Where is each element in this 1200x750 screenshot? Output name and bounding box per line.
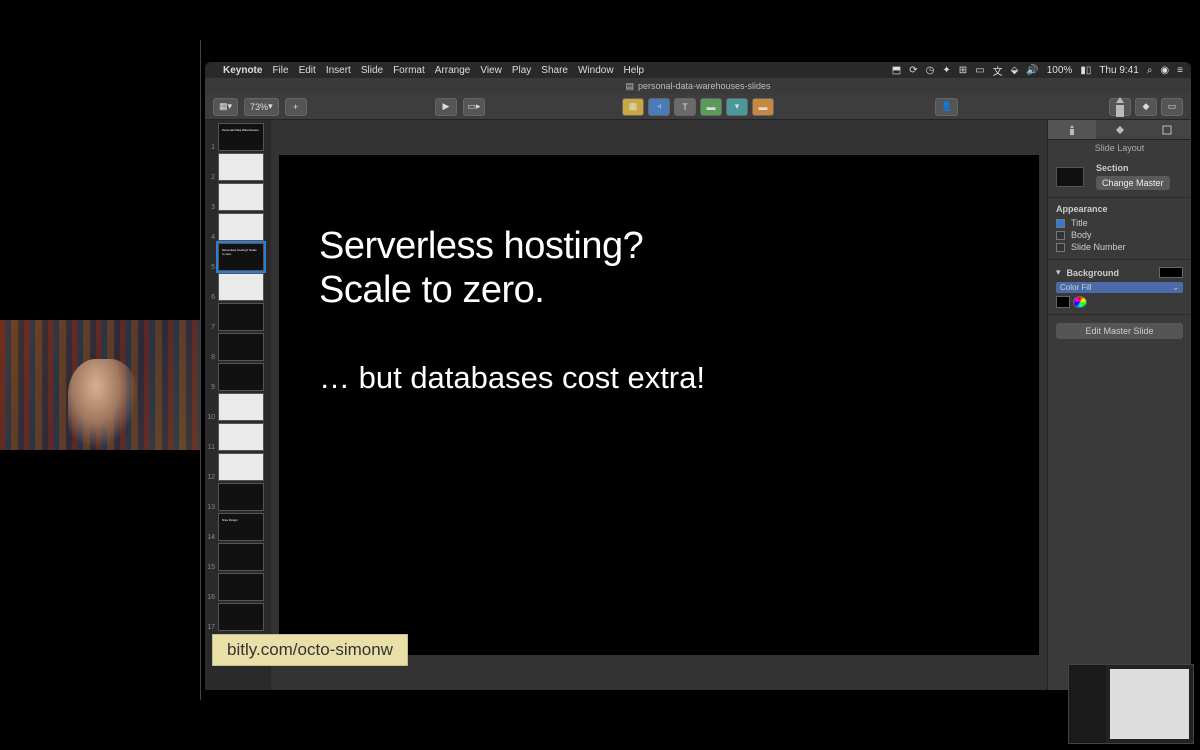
title-checkbox-row[interactable]: Title: [1056, 217, 1183, 229]
collaborate-button[interactable]: 👤: [935, 98, 958, 116]
grid-icon[interactable]: ⊞: [959, 65, 967, 76]
menu-edit[interactable]: Edit: [299, 65, 316, 76]
menu-help[interactable]: Help: [624, 65, 645, 76]
slide-thumbnail[interactable]: 4: [205, 212, 271, 242]
menu-slide[interactable]: Slide: [361, 65, 383, 76]
slide-thumbnail[interactable]: 15: [205, 542, 271, 572]
animate-tab[interactable]: [1096, 120, 1144, 139]
table-button[interactable]: ▦: [622, 98, 644, 116]
battery-pct: 100%: [1047, 65, 1073, 76]
menu-share[interactable]: Share: [541, 65, 568, 76]
lower-third-url: bitly.com/octo-simonw: [212, 634, 408, 666]
slide-thumbnail[interactable]: 11: [205, 422, 271, 452]
change-master-button[interactable]: Change Master: [1096, 176, 1170, 190]
slide-thumbnail[interactable]: 12: [205, 452, 271, 482]
divider: [200, 40, 201, 700]
menu-play[interactable]: Play: [512, 65, 531, 76]
slide-thumbnail[interactable]: 17: [205, 602, 271, 632]
slide-thumbnail[interactable]: 6: [205, 272, 271, 302]
slide-thumbnail[interactable]: 13: [205, 482, 271, 512]
slide-thumbnail[interactable]: 1Personal Data Warehouses: [205, 122, 271, 152]
background-heading[interactable]: Background: [1067, 268, 1120, 278]
comment-button[interactable]: ▬: [752, 98, 774, 116]
slide-thumbnail[interactable]: 14Nice things!: [205, 512, 271, 542]
keynote-window: Keynote File Edit Insert Slide Format Ar…: [205, 62, 1191, 690]
inspector-panel: Slide Layout Section Change Master Appea…: [1047, 120, 1191, 690]
battery-icon: ▮▯: [1080, 65, 1091, 76]
menu-window[interactable]: Window: [578, 65, 614, 76]
doc-icon: ▤: [625, 81, 634, 92]
master-preview: [1056, 167, 1084, 187]
notifications-icon[interactable]: ≡: [1177, 65, 1183, 76]
slide-body[interactable]: … but databases cost extra!: [319, 360, 999, 396]
picture-in-picture[interactable]: [1068, 664, 1194, 744]
slide-thumbnail[interactable]: 5Serverless hosting? Scale to zero.: [205, 242, 271, 272]
menu-view[interactable]: View: [480, 65, 502, 76]
keynote-live-button[interactable]: ▭▸: [463, 98, 485, 116]
shape-button[interactable]: ▬: [700, 98, 722, 116]
screen-icon[interactable]: ▭: [975, 65, 984, 76]
webcam-overlay: [0, 320, 200, 450]
slide-thumbnail[interactable]: 16: [205, 572, 271, 602]
checkbox-icon: [1056, 219, 1065, 228]
menu-insert[interactable]: Insert: [326, 65, 351, 76]
body-checkbox-row[interactable]: Body: [1056, 229, 1183, 241]
slide-thumbnail[interactable]: 2: [205, 152, 271, 182]
checkbox-icon: [1056, 231, 1065, 240]
format-inspector-button[interactable]: [1109, 98, 1131, 116]
spotlight-icon[interactable]: ⌕: [1147, 65, 1153, 76]
slide-navigator[interactable]: 1Personal Data Warehouses2345Serverless …: [205, 120, 271, 690]
slide-thumbnail[interactable]: 8: [205, 332, 271, 362]
translate-icon[interactable]: 文: [993, 63, 1003, 78]
window-titlebar: ▤ personal-data-warehouses-slides: [205, 78, 1191, 94]
slide-thumbnail[interactable]: 7: [205, 302, 271, 332]
add-slide-button[interactable]: +: [285, 98, 307, 116]
color-picker-icon[interactable]: [1073, 296, 1087, 308]
document-tab[interactable]: [1143, 120, 1191, 139]
text-button[interactable]: T: [674, 98, 696, 116]
siri-icon[interactable]: ◉: [1160, 65, 1169, 76]
black-swatch[interactable]: [1056, 296, 1070, 308]
bear-icon[interactable]: ✦: [942, 65, 950, 76]
menu-arrange[interactable]: Arrange: [435, 65, 471, 76]
dropbox-icon[interactable]: ⬒: [892, 65, 901, 76]
bg-fill-select[interactable]: Color Fill⌄: [1056, 282, 1183, 293]
section-label: Section: [1096, 163, 1183, 173]
edit-master-button[interactable]: Edit Master Slide: [1056, 323, 1183, 339]
view-mode-button[interactable]: ▦ ▾: [213, 98, 238, 116]
active-app[interactable]: Keynote: [223, 65, 262, 76]
slide-thumbnail[interactable]: 3: [205, 182, 271, 212]
slide-canvas[interactable]: Serverless hosting? Scale to zero. … but…: [271, 120, 1047, 690]
appearance-heading: Appearance: [1056, 204, 1183, 214]
volume-icon[interactable]: 🔊: [1026, 65, 1038, 76]
media-button[interactable]: ▾: [726, 98, 748, 116]
slide-title[interactable]: Serverless hosting? Scale to zero.: [319, 225, 999, 312]
slide-thumbnail[interactable]: 9: [205, 362, 271, 392]
bg-color-swatch: [1159, 267, 1183, 278]
document-name: personal-data-warehouses-slides: [638, 81, 771, 91]
slidenum-checkbox-row[interactable]: Slide Number: [1056, 241, 1183, 253]
slide-thumbnail[interactable]: 10: [205, 392, 271, 422]
zoom-level[interactable]: 73% ▾: [244, 98, 279, 116]
current-slide[interactable]: Serverless hosting? Scale to zero. … but…: [279, 155, 1039, 655]
chart-button[interactable]: ⫞: [648, 98, 670, 116]
play-button[interactable]: ▶: [435, 98, 457, 116]
checkbox-icon: [1056, 243, 1065, 252]
format-tab[interactable]: [1048, 120, 1096, 139]
toolbar: ▦ ▾ 73% ▾ + ▶ ▭▸ ▦ ⫞ T ▬ ▾ ▬ 👤 ◆ ▭: [205, 94, 1191, 120]
document-inspector-button[interactable]: ▭: [1161, 98, 1183, 116]
menubar-clock: Thu 9:41: [1099, 65, 1138, 76]
clock-icon[interactable]: ◷: [926, 65, 935, 76]
menu-format[interactable]: Format: [393, 65, 425, 76]
wifi-icon[interactable]: ⬙: [1011, 65, 1019, 76]
menu-file[interactable]: File: [272, 65, 288, 76]
macos-menubar: Keynote File Edit Insert Slide Format Ar…: [205, 62, 1191, 78]
inspector-heading: Slide Layout: [1048, 140, 1191, 156]
animate-inspector-button[interactable]: ◆: [1135, 98, 1157, 116]
sync-icon[interactable]: ⟳: [909, 65, 917, 76]
